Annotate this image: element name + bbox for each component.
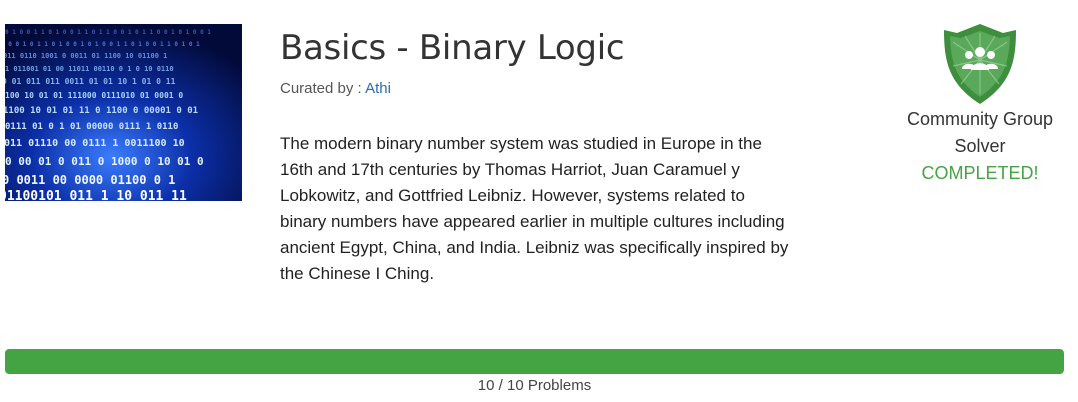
svg-text:100 10 01 01 111000 0111010 01: 100 10 01 01 111000 0111010 01 0001 0 bbox=[5, 91, 183, 100]
svg-text:0 01 011 011 0011 01 01 10 1 0: 0 01 011 011 0011 01 01 10 1 01 0 11 bbox=[5, 77, 176, 86]
badge-status: COMPLETED! bbox=[921, 163, 1039, 183]
description-line: Lobkowitz, and Gottfried Leibniz. Howeve… bbox=[280, 186, 745, 205]
badge-name-line: Community Group bbox=[906, 109, 1054, 129]
problem-set-description: The modern binary number system was stud… bbox=[280, 131, 840, 287]
svg-text:0 00 01 0 011 0 1000 0 10 01 0: 0 00 01 0 011 0 1000 0 10 01 0 bbox=[5, 155, 204, 168]
svg-text:1 011001 01 00 11011 00110 0 1: 1 011001 01 00 11011 00110 0 1 0 10 0110 bbox=[5, 65, 174, 73]
svg-text:011 01110 00 0111 1 0011100 10: 011 01110 00 0111 1 0011100 10 bbox=[5, 138, 185, 149]
svg-text:1 0 0 1 0 1 1 0 1 0 0 1 0 1 0: 1 0 0 1 0 1 1 0 1 0 0 1 0 1 0 0 1 1 0 1 … bbox=[5, 41, 200, 48]
description-line: ancient Egypt, China, and India. Leibniz… bbox=[280, 238, 789, 257]
curated-by: Curated by : Athi bbox=[280, 79, 391, 99]
badge-name: Community Group Solver bbox=[880, 106, 1078, 160]
svg-text:01100101 011 1 10 011 11: 01100101 011 1 10 011 11 bbox=[5, 189, 187, 201]
svg-text:0 1 0 0 1 1 0 1 0 0 1 1 0 1 1: 0 1 0 0 1 1 0 1 0 0 1 1 0 1 1 0 0 1 0 1 … bbox=[5, 29, 211, 36]
svg-text:0 0011 00 0000 01100 0 1: 0 0011 00 0000 01100 0 1 bbox=[5, 173, 175, 187]
badge-name-line: Solver bbox=[954, 136, 1006, 156]
curator-link[interactable]: Athi bbox=[365, 80, 391, 97]
curated-by-label: Curated by : bbox=[280, 80, 366, 97]
community-group-shield-icon bbox=[944, 24, 1016, 104]
svg-text:0111 01 0 1 01 00000 0111 1 01: 0111 01 0 1 01 00000 0111 1 0110 bbox=[5, 122, 178, 132]
description-line: 16th and 17th centuries by Thomas Harrio… bbox=[280, 160, 740, 179]
description-line: binary numbers have appeared earlier in … bbox=[280, 212, 785, 231]
svg-text:1100 10 01 01 11 0 1100 0 0000: 1100 10 01 01 11 0 1100 0 00001 0 01 bbox=[5, 106, 198, 116]
progress-bar bbox=[5, 349, 1064, 374]
binary-code-thumbnail[interactable]: 0 1 0 0 1 1 0 1 0 0 1 1 0 1 1 0 0 1 0 1 … bbox=[5, 24, 242, 201]
community-badge: Community Group Solver COMPLETED! bbox=[880, 22, 1078, 187]
description-line: the Chinese I Ching. bbox=[280, 264, 435, 283]
svg-text:011 0110 1001 0 0011 01 1100 1: 011 0110 1001 0 0011 01 1100 10 01100 1 bbox=[5, 52, 167, 60]
problem-set-title[interactable]: Basics - Binary Logic bbox=[280, 26, 625, 70]
progress-bar-fill bbox=[5, 349, 1064, 374]
progress-label: 10 / 10 Problems bbox=[477, 377, 592, 394]
description-line: The modern binary number system was stud… bbox=[280, 134, 762, 153]
